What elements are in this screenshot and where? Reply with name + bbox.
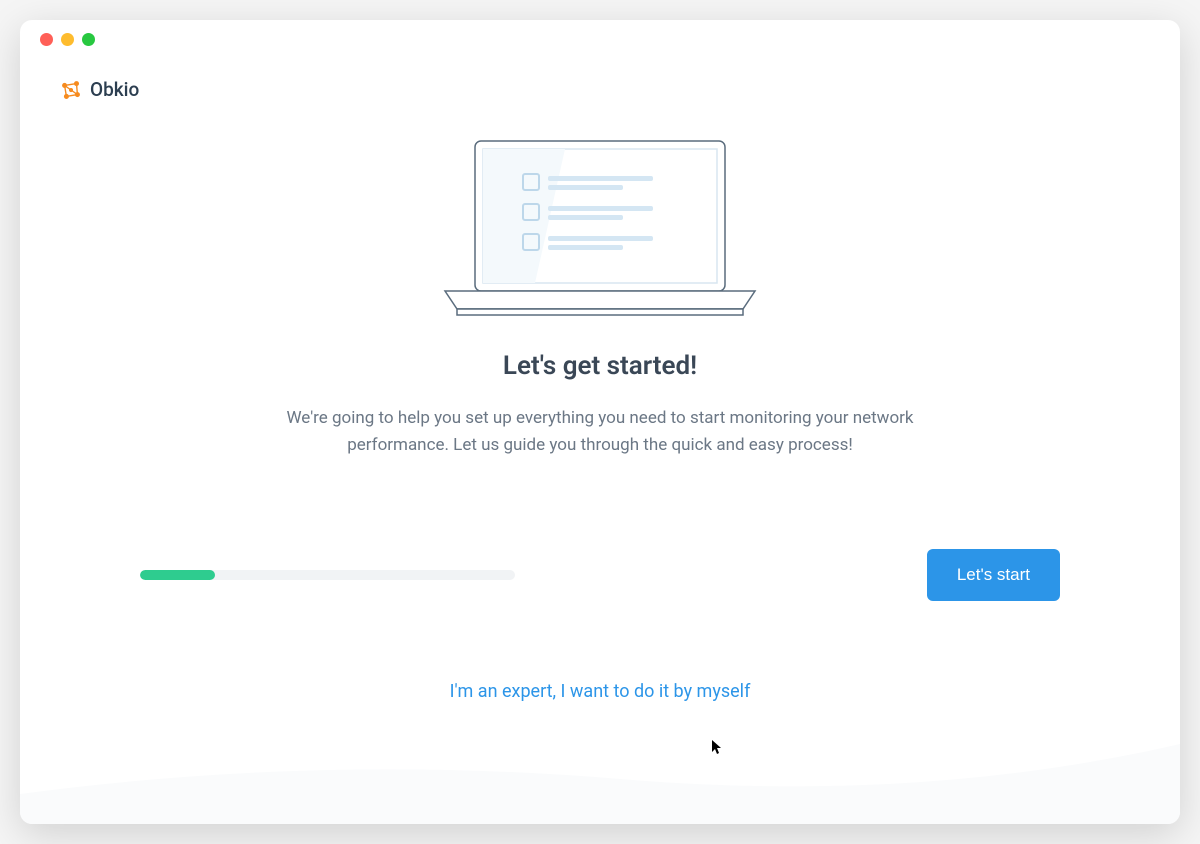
brand-name: Obkio bbox=[90, 78, 139, 101]
onboarding-title: Let's get started! bbox=[80, 351, 1120, 381]
progress-fill bbox=[140, 570, 215, 580]
maximize-window-button[interactable] bbox=[82, 33, 95, 46]
onboarding-progress-bar bbox=[140, 570, 515, 580]
minimize-window-button[interactable] bbox=[61, 33, 74, 46]
brand-logo-icon bbox=[60, 79, 82, 101]
laptop-illustration-icon bbox=[435, 131, 765, 321]
lets-start-button[interactable]: Let's start bbox=[927, 549, 1060, 601]
mouse-cursor-icon bbox=[712, 740, 724, 756]
app-header: Obkio bbox=[20, 58, 1180, 101]
app-window: Obkio Let's get st bbox=[20, 20, 1180, 824]
onboarding-content: Let's get started! We're going to help y… bbox=[20, 101, 1180, 742]
onboarding-description: We're going to help you set up everythin… bbox=[250, 405, 950, 459]
window-titlebar bbox=[20, 20, 1180, 58]
close-window-button[interactable] bbox=[40, 33, 53, 46]
skip-onboarding-link[interactable]: I'm an expert, I want to do it by myself bbox=[450, 681, 751, 702]
action-row: Let's start bbox=[80, 549, 1120, 601]
